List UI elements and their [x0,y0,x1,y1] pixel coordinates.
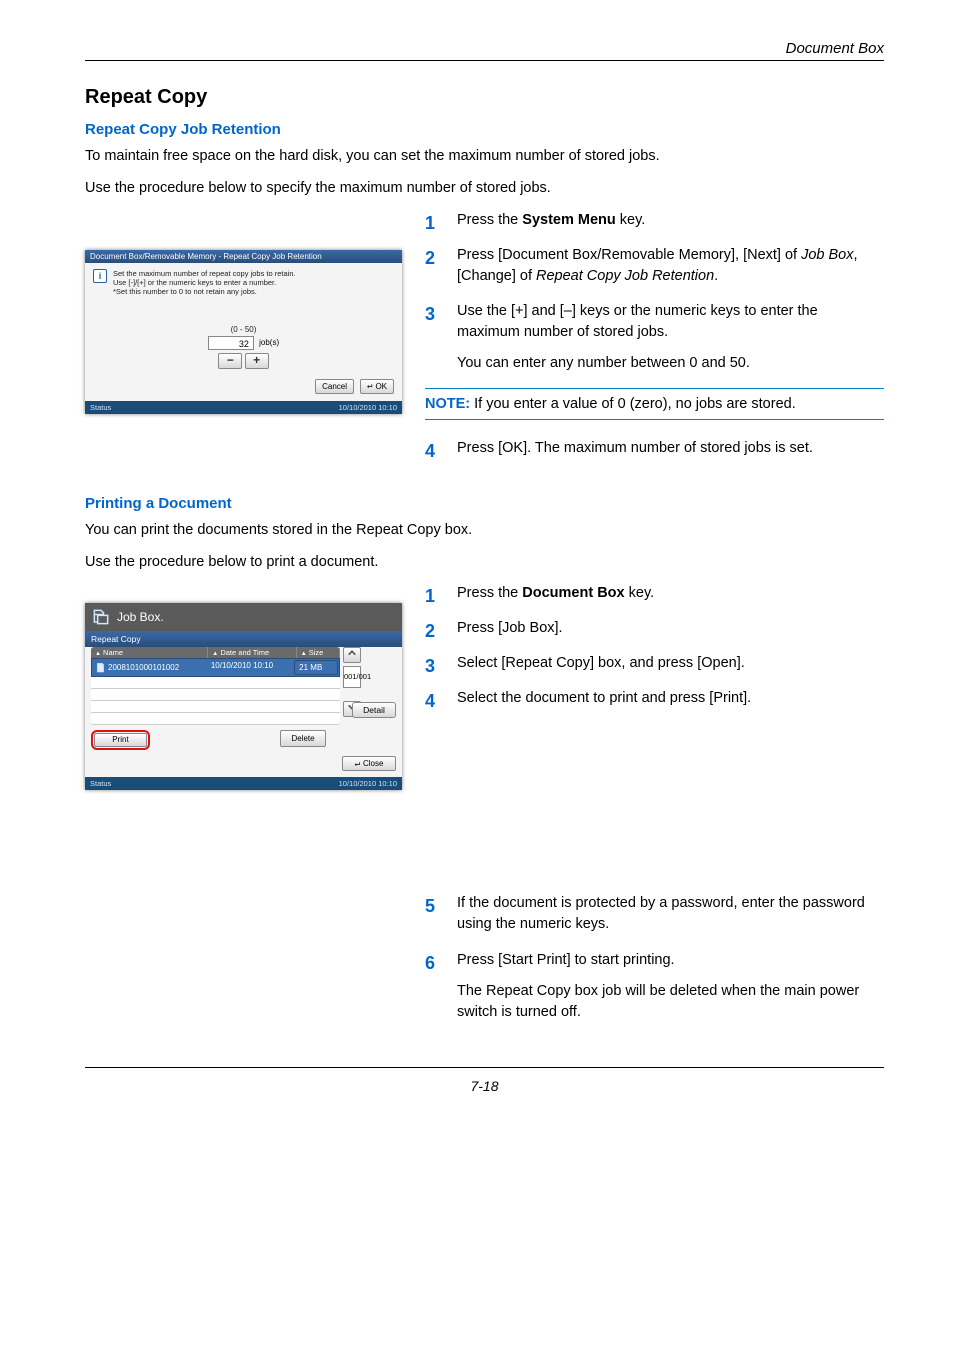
t: Use the [+] and [–] keys or the numeric … [457,303,818,340]
print-button[interactable]: Print [94,733,147,747]
step-2: Press [Document Box/Removable Memory], [… [425,245,884,287]
t: Press the [457,585,522,601]
page-counter: 001/001 [343,666,361,688]
t: Press [Document Box/Removable Memory], [… [457,247,801,263]
cell-date: 10/10/2010 10:10 [207,659,293,676]
cell-size: 21 MB [294,660,338,675]
t: Press [Start Print] to start printing. [457,952,675,968]
table-header[interactable]: ▲ Name ▲ Date and Time ▲ Size [91,647,340,658]
note-box: NOTE: If you enter a value of 0 (zero), … [425,388,884,420]
col-date: Date and Time [220,648,269,657]
ok-button[interactable]: ↵OK [360,379,394,394]
dialog-title: Job Box. [117,610,164,624]
status-label[interactable]: Status [90,402,111,413]
status-datetime: 10/10/2010 10:10 [339,402,397,413]
info-line-1: Set the maximum number of repeat copy jo… [113,269,296,278]
subheading-printing: Printing a Document [85,495,884,512]
note-text: If you enter a value of 0 (zero), no job… [470,396,796,412]
unit-label: job(s) [259,338,279,347]
jobbox-icon [91,607,111,627]
step-2: Press [Job Box]. [425,618,884,639]
page-number: 7-18 [85,1078,884,1094]
t: The Repeat Copy box job will be deleted … [457,981,884,1023]
scroll-up-button[interactable] [343,647,361,663]
value-display[interactable]: 32 [208,336,254,350]
rule-bottom [85,1067,884,1068]
info-icon: i [93,269,107,283]
subheading-retention: Repeat Copy Job Retention [85,121,884,138]
print-callout: Print [91,730,150,750]
table-row [91,677,340,689]
t: System Menu [522,212,615,228]
dialog-jobbox: Job Box. Repeat Copy ▲ Name ▲ Date and T… [85,603,402,790]
col-name: Name [103,648,123,657]
range-label: (0 - 50) [85,325,402,334]
ok-label: OK [375,382,387,391]
delete-button[interactable]: Delete [280,730,326,747]
step-6: Press [Start Print] to start printing. T… [425,950,884,1023]
t: Job Box [801,247,853,263]
dialog-title: Document Box/Removable Memory - Repeat C… [85,250,402,263]
cell-name: 2008101000101002 [108,663,179,672]
step-3: Use the [+] and [–] keys or the numeric … [425,301,884,374]
intro-text-2: Use the procedure below to specify the m… [85,178,884,200]
enter-icon: ↵ [355,759,360,769]
t: Repeat Copy Job Retention [536,268,714,284]
detail-button[interactable]: Detail [352,702,396,718]
step-1: Press the Document Box key. [425,583,884,604]
t: . [714,268,718,284]
t: key. [616,212,646,228]
step-4: Press [OK]. The maximum number of stored… [425,438,884,459]
step-3: Select [Repeat Copy] box, and press [Ope… [425,653,884,674]
status-datetime: 10/10/2010 10:10 [339,778,397,789]
t: Document Box [522,585,624,601]
table-row [91,689,340,701]
close-label: Close [363,759,383,768]
enter-icon: ↵ [367,381,372,391]
dialog-retention: Document Box/Removable Memory - Repeat C… [85,250,402,414]
intro2-text-1: You can print the documents stored in th… [85,520,884,542]
t: You can enter any number between 0 and 5… [457,353,884,374]
decrement-button[interactable]: − [218,353,242,369]
status-label[interactable]: Status [90,778,111,789]
step-4: Select the document to print and press [… [425,688,884,709]
chevron-up-icon [347,648,357,658]
file-icon [96,663,105,673]
table-row[interactable]: 2008101000101002 10/10/2010 10:10 21 MB [91,658,340,677]
increment-button[interactable]: + [245,353,269,369]
info-text: Set the maximum number of repeat copy jo… [113,269,296,296]
t: key. [625,585,655,601]
intro2-text-2: Use the procedure below to print a docum… [85,552,884,574]
table-row [91,701,340,713]
t: Press the [457,212,522,228]
info-line-3: *Set this number to 0 to not retain any … [113,287,257,296]
step-1: Press the System Menu key. [425,210,884,231]
note-label: NOTE: [425,396,470,412]
info-line-2: Use [-]/[+] or the numeric keys to enter… [113,278,276,287]
step-5: If the document is protected by a passwo… [425,893,884,935]
col-size: Size [309,648,324,657]
table-row [91,713,340,725]
heading-repeat-copy: Repeat Copy [85,86,884,109]
page-header-section: Document Box [85,40,884,57]
rule-top [85,60,884,61]
cancel-button[interactable]: Cancel [315,379,354,394]
dialog-subtitle: Repeat Copy [85,631,402,647]
close-button[interactable]: ↵Close [342,756,396,771]
intro-text-1: To maintain free space on the hard disk,… [85,146,884,168]
